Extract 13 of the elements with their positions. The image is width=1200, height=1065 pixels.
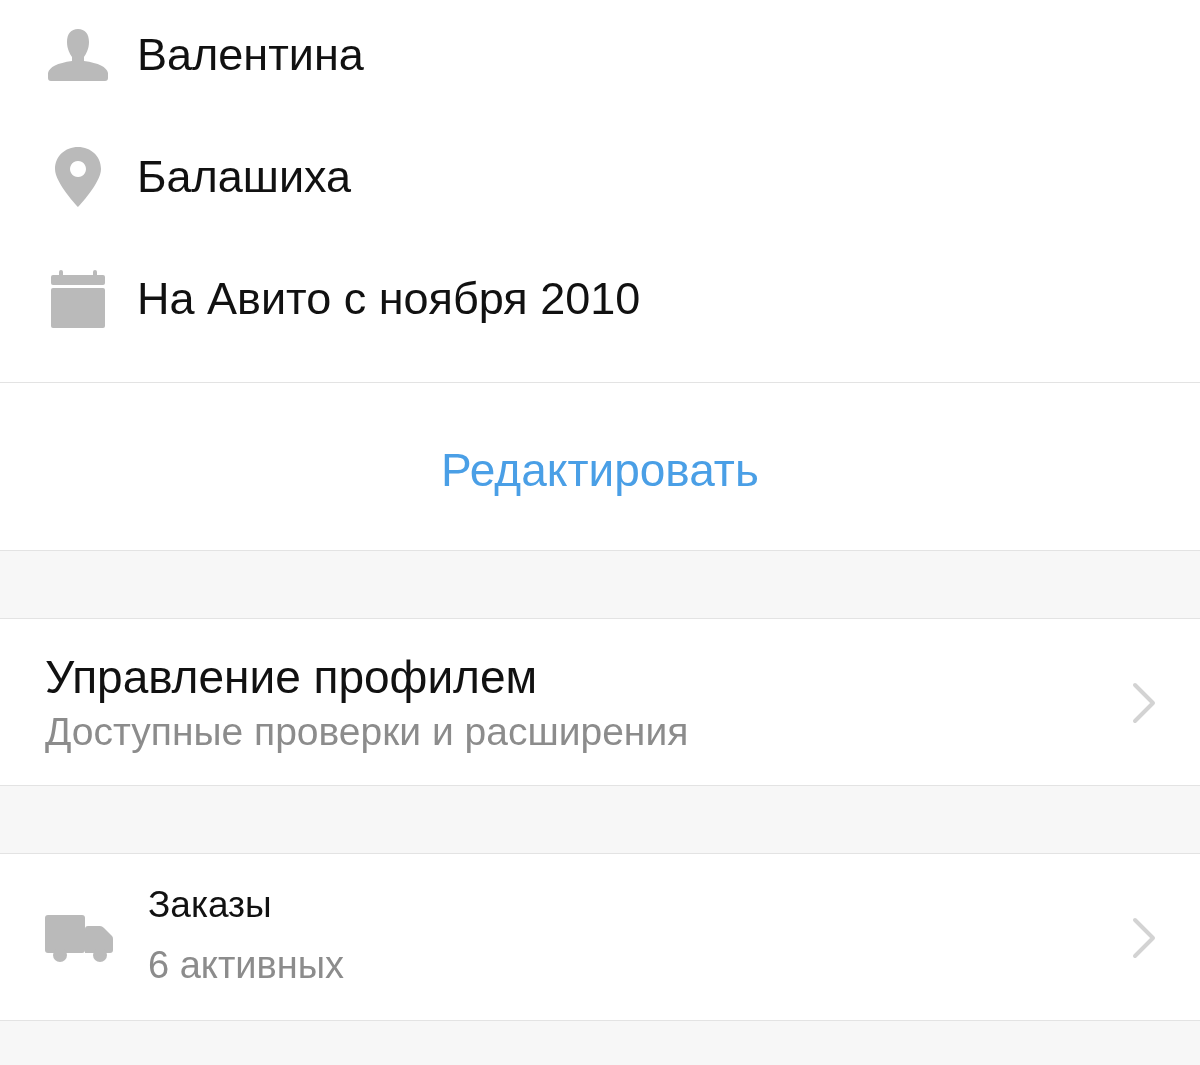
item-subtitle: 6 активных [148, 942, 344, 988]
calendar-icon [51, 270, 105, 328]
detail-text: Балашиха [137, 150, 352, 204]
item-subtitle: Доступные проверки и расширения [45, 709, 689, 756]
map-pin-icon [55, 147, 101, 207]
person-icon [48, 29, 108, 81]
truck-icon [45, 915, 113, 963]
item-title: Заказы [148, 883, 272, 928]
detail-text: Валентина [137, 28, 364, 82]
chevron-right-icon [1132, 682, 1156, 724]
item-title: Управление профилем [45, 650, 538, 706]
detail-text: На Авито с ноября 2010 [137, 272, 641, 326]
chevron-right-icon [1132, 917, 1156, 959]
